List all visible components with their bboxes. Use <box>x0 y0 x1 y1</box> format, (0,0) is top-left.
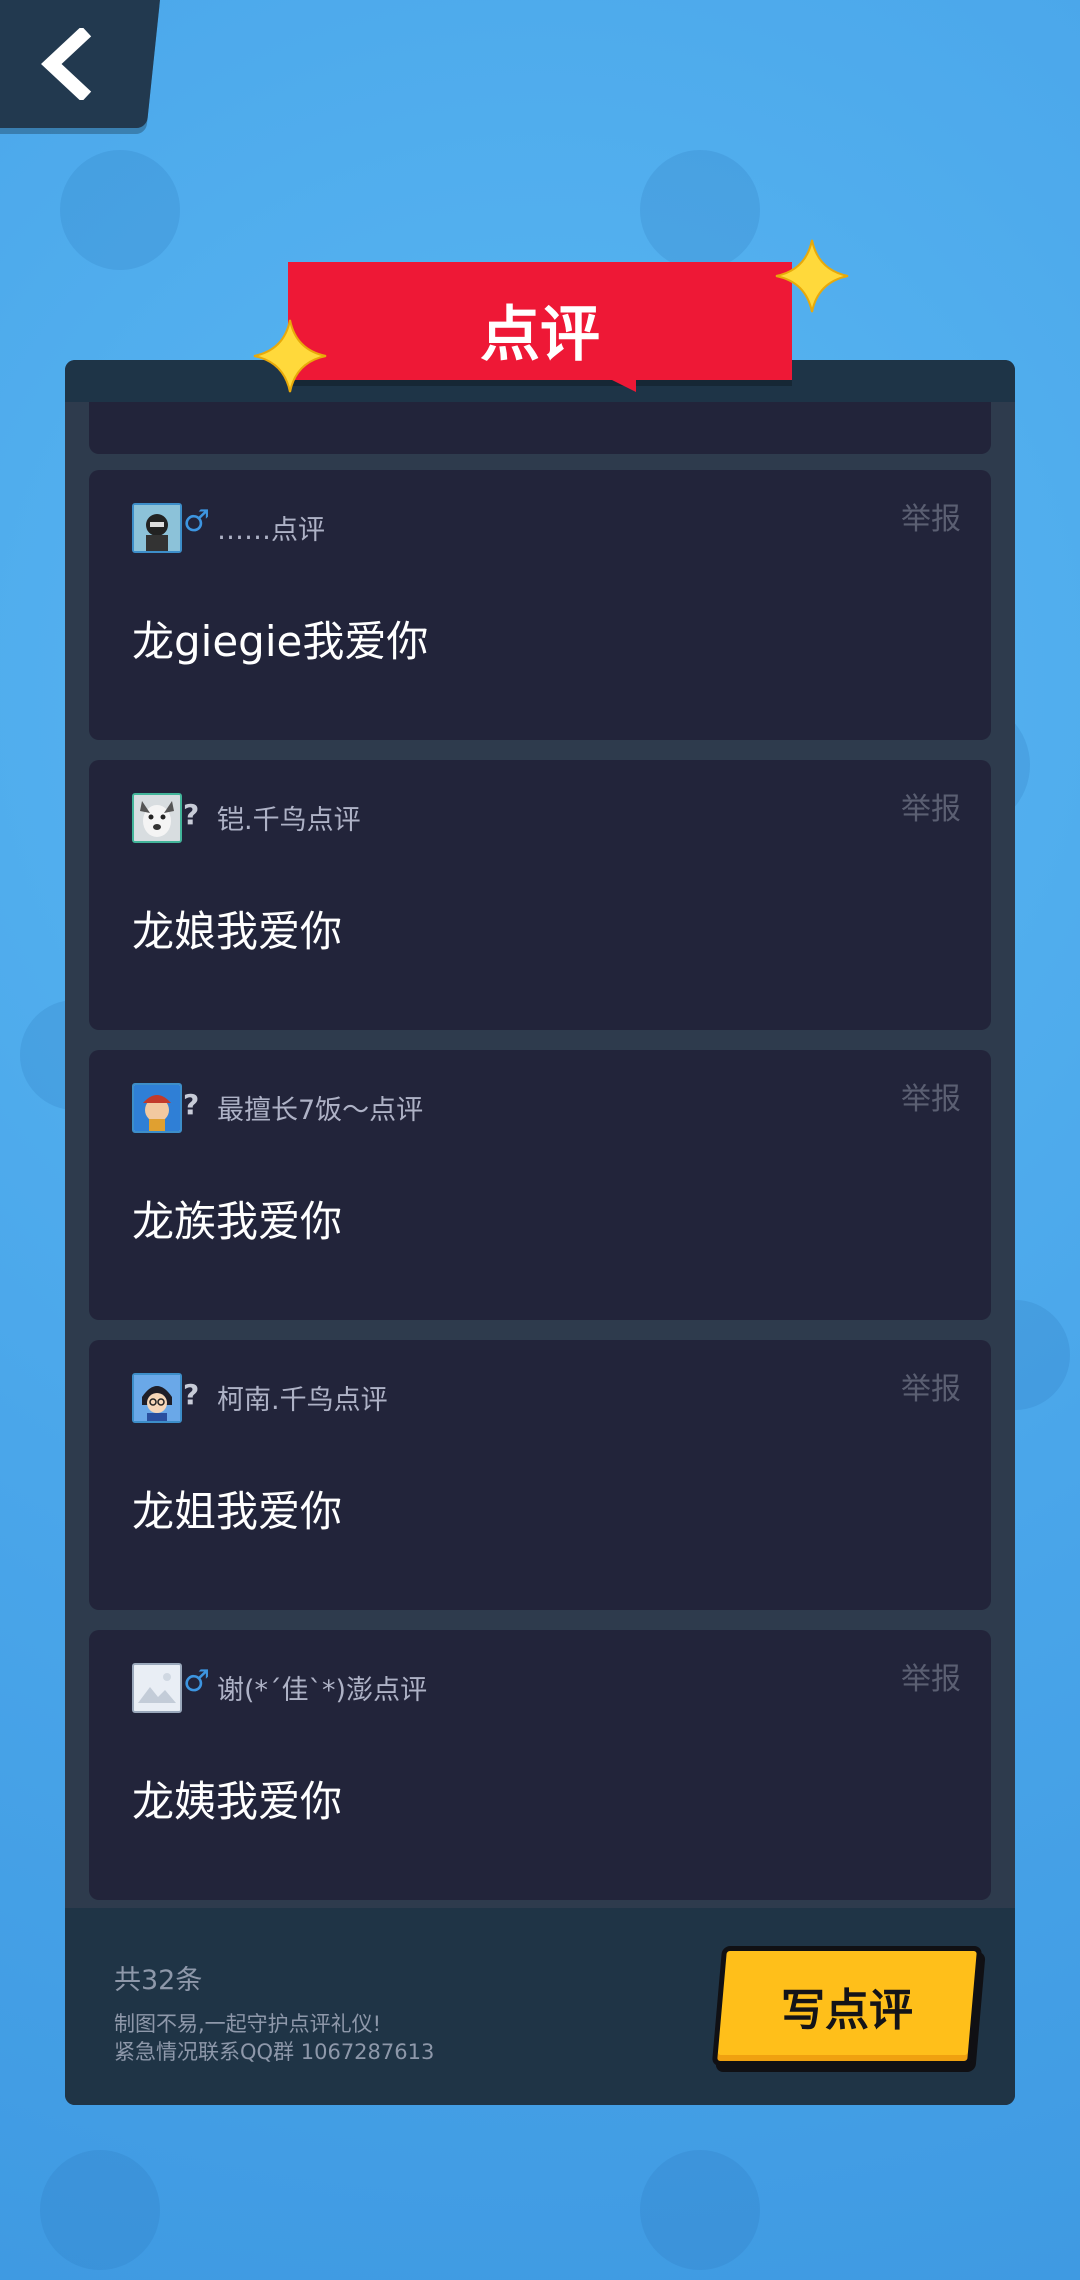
avatar[interactable] <box>132 1083 182 1133</box>
back-button[interactable] <box>0 0 160 128</box>
review-list[interactable]: ♂ ……点评 举报 龙giegie我爱你 ? 铠.千鸟点评 举报 龙娘我爱你 ?… <box>65 402 1015 2105</box>
report-button[interactable]: 举报 <box>901 1364 961 1408</box>
title-banner: 点评 <box>288 262 792 392</box>
review-card-partial <box>89 402 991 454</box>
sparkle-star-icon <box>775 239 849 313</box>
reviewer-name: ……点评 <box>217 515 325 546</box>
avatar[interactable] <box>132 1663 182 1713</box>
avatar[interactable] <box>132 503 182 553</box>
review-card: ? 铠.千鸟点评 举报 龙娘我爱你 <box>89 760 991 1030</box>
unknown-gender-icon: ? <box>183 1378 200 1411</box>
chevron-left-icon <box>41 28 92 100</box>
male-gender-icon: ♂ <box>183 504 210 539</box>
banner-tail <box>576 372 636 392</box>
avatar[interactable] <box>132 1373 182 1423</box>
contact-text: 紧急情况联系QQ群 1067287613 <box>114 2040 435 2064</box>
reviewer-name: 柯南.千鸟点评 <box>217 1385 388 1416</box>
reviewer-name: 谢(*´佳`*)澎点评 <box>217 1675 428 1706</box>
review-panel: ♂ ……点评 举报 龙giegie我爱你 ? 铠.千鸟点评 举报 龙娘我爱你 ?… <box>65 360 1015 2105</box>
unknown-gender-icon: ? <box>183 1088 200 1121</box>
report-button[interactable]: 举报 <box>901 1074 961 1118</box>
reviewer-name: 铠.千鸟点评 <box>217 805 361 836</box>
sparkle-star-icon <box>253 319 327 393</box>
avatar[interactable] <box>132 793 182 843</box>
review-comment: 龙娘我爱你 <box>132 907 343 956</box>
report-button[interactable]: 举报 <box>901 1654 961 1698</box>
report-button[interactable]: 举报 <box>901 494 961 538</box>
write-review-button[interactable]: 写点评 <box>711 1946 983 2066</box>
review-comment: 龙姐我爱你 <box>132 1487 343 1536</box>
review-count: 共32条 <box>114 1965 203 1996</box>
male-gender-icon: ♂ <box>183 1664 210 1699</box>
notice-text: 制图不易,一起守护点评礼仪! <box>114 2012 382 2036</box>
report-button[interactable]: 举报 <box>901 784 961 828</box>
review-comment: 龙族我爱你 <box>132 1197 343 1246</box>
review-comment: 龙giegie我爱你 <box>132 617 429 666</box>
reviewer-name: 最擅长7饭～点评 <box>217 1095 424 1126</box>
write-review-label: 写点评 <box>781 1985 913 2036</box>
review-card: ? 柯南.千鸟点评 举报 龙姐我爱你 <box>89 1340 991 1610</box>
footer-bar: 共32条 制图不易,一起守护点评礼仪! 紧急情况联系QQ群 1067287613… <box>65 1908 1015 2105</box>
page-title: 点评 <box>480 300 600 370</box>
review-card: ? 最擅长7饭～点评 举报 龙族我爱你 <box>89 1050 991 1320</box>
review-card: ♂ 谢(*´佳`*)澎点评 举报 龙姨我爱你 <box>89 1630 991 1900</box>
review-comment: 龙姨我爱你 <box>132 1777 343 1826</box>
unknown-gender-icon: ? <box>183 798 200 831</box>
review-card: ♂ ……点评 举报 龙giegie我爱你 <box>89 470 991 740</box>
